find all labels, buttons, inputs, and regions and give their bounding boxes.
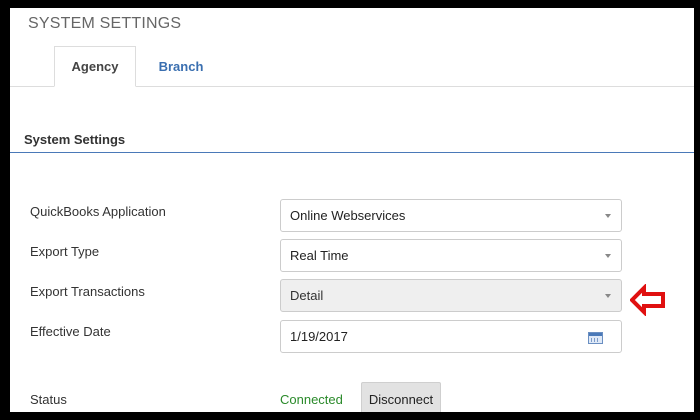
page-title: SYSTEM SETTINGS: [28, 15, 182, 32]
section-divider: [10, 152, 694, 153]
export-transactions-value: Detail: [290, 288, 324, 303]
export-type-label: Export Type: [30, 244, 100, 259]
disconnect-button[interactable]: Disconnect: [361, 382, 441, 412]
tab-branch[interactable]: Branch: [146, 46, 216, 87]
export-transactions-label: Export Transactions: [30, 284, 145, 299]
export-type-value: Real Time: [290, 248, 349, 263]
chevron-down-icon: [605, 294, 611, 298]
effective-date-value: 1/19/2017: [290, 329, 348, 344]
export-type-select[interactable]: Real Time: [280, 239, 622, 272]
status-value: Connected: [280, 392, 343, 407]
tab-branch-label: Branch: [158, 59, 204, 74]
settings-panel: SYSTEM SETTINGS Agency Branch System Set…: [10, 8, 694, 412]
disconnect-button-label: Disconnect: [368, 391, 434, 407]
section-title: System Settings: [24, 132, 126, 147]
tab-agency[interactable]: Agency: [54, 46, 136, 87]
chevron-down-icon: [605, 254, 611, 258]
quickbooks-application-value: Online Webservices: [290, 208, 406, 223]
effective-date-label: Effective Date: [30, 324, 111, 339]
chevron-down-icon: [605, 214, 611, 218]
red-arrow-left-icon: [630, 284, 665, 316]
quickbooks-application-select[interactable]: Online Webservices: [280, 199, 622, 232]
status-label: Status: [30, 392, 67, 407]
export-transactions-select[interactable]: Detail: [280, 279, 622, 312]
quickbooks-application-label: QuickBooks Application: [30, 204, 166, 219]
effective-date-input[interactable]: 1/19/2017: [280, 320, 622, 353]
calendar-icon[interactable]: [588, 332, 603, 344]
tab-agency-label: Agency: [71, 59, 119, 74]
